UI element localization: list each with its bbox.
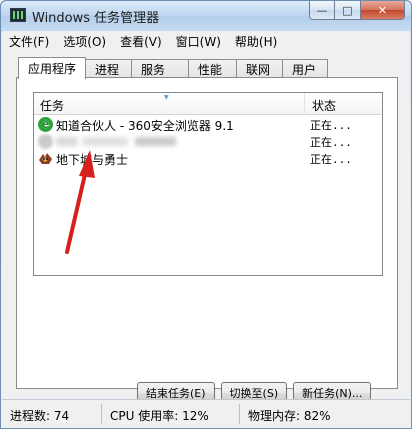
task-name: 知道合伙人 - 360安全浏览器 9.1 — [56, 119, 234, 133]
task-name: 地下城与勇士 — [56, 153, 129, 167]
tab-performance[interactable]: 性能 — [188, 59, 238, 78]
applications-tab-page: 任务 ▼ 状态 e 知道合伙人 - 360安全浏览器 9.1 正在... 正在.… — [16, 77, 398, 404]
column-status-header[interactable]: 状态 — [306, 93, 382, 115]
task-manager-window: Windows 任务管理器 — □ ✕ 文件(F) 选项(O) 查看(V) 窗口… — [0, 0, 412, 429]
task-manager-icon — [10, 8, 26, 22]
blurred-app-icon — [38, 134, 53, 149]
column-task-label: 任务 — [40, 99, 65, 113]
window-title: Windows 任务管理器 — [32, 11, 160, 26]
ie-browser-icon: e — [38, 117, 53, 132]
list-item[interactable]: e 知道合伙人 - 360安全浏览器 9.1 正在... — [34, 116, 382, 133]
main-panel: 应用程序 进程 服务 性能 联网 用户 任务 ▼ 状态 e 知道合伙人 - 36… — [2, 51, 410, 404]
tab-strip: 应用程序 进程 服务 性能 联网 用户 — [18, 57, 329, 79]
list-item[interactable]: 地下城与勇士 正在... — [34, 150, 382, 167]
column-task-header[interactable]: 任务 ▼ — [34, 93, 305, 115]
sort-arrow-icon: ▼ — [164, 94, 169, 101]
status-bar: 进程数: 74 CPU 使用率: 12% 物理内存: 82% — [2, 399, 410, 428]
menu-windows[interactable]: 窗口(W) — [176, 33, 221, 50]
menu-file[interactable]: 文件(F) — [9, 33, 49, 50]
blurred-task-name — [56, 137, 176, 146]
memory-usage: 物理内存: 82% — [248, 409, 331, 423]
game-icon — [39, 153, 52, 164]
minimize-button[interactable]: — — [309, 1, 335, 20]
menu-view[interactable]: 查看(V) — [120, 33, 162, 50]
caption-buttons: — □ ✕ — [309, 1, 405, 21]
process-count: 进程数: 74 — [2, 404, 102, 424]
maximize-button[interactable]: □ — [335, 1, 361, 20]
task-list[interactable]: 任务 ▼ 状态 e 知道合伙人 - 360安全浏览器 9.1 正在... 正在.… — [33, 92, 383, 276]
tab-networking[interactable]: 联网 — [236, 59, 284, 78]
close-button[interactable]: ✕ — [361, 1, 405, 20]
menu-bar: 文件(F) 选项(O) 查看(V) 窗口(W) 帮助(H) — [2, 31, 410, 51]
task-status: 正在... — [310, 119, 352, 132]
task-status: 正在... — [310, 136, 352, 149]
title-bar[interactable]: Windows 任务管理器 — □ ✕ — [1, 1, 411, 31]
menu-help[interactable]: 帮助(H) — [235, 33, 277, 50]
tab-applications[interactable]: 应用程序 — [18, 57, 87, 79]
list-item[interactable]: 正在... — [34, 133, 382, 150]
list-header: 任务 ▼ 状态 — [34, 93, 382, 115]
menu-options[interactable]: 选项(O) — [63, 33, 106, 50]
tab-processes[interactable]: 进程 — [85, 59, 133, 78]
tab-users[interactable]: 用户 — [282, 59, 329, 78]
tab-services[interactable]: 服务 — [131, 59, 190, 78]
cpu-usage: CPU 使用率: 12% — [102, 404, 240, 424]
task-status: 正在... — [310, 153, 352, 166]
